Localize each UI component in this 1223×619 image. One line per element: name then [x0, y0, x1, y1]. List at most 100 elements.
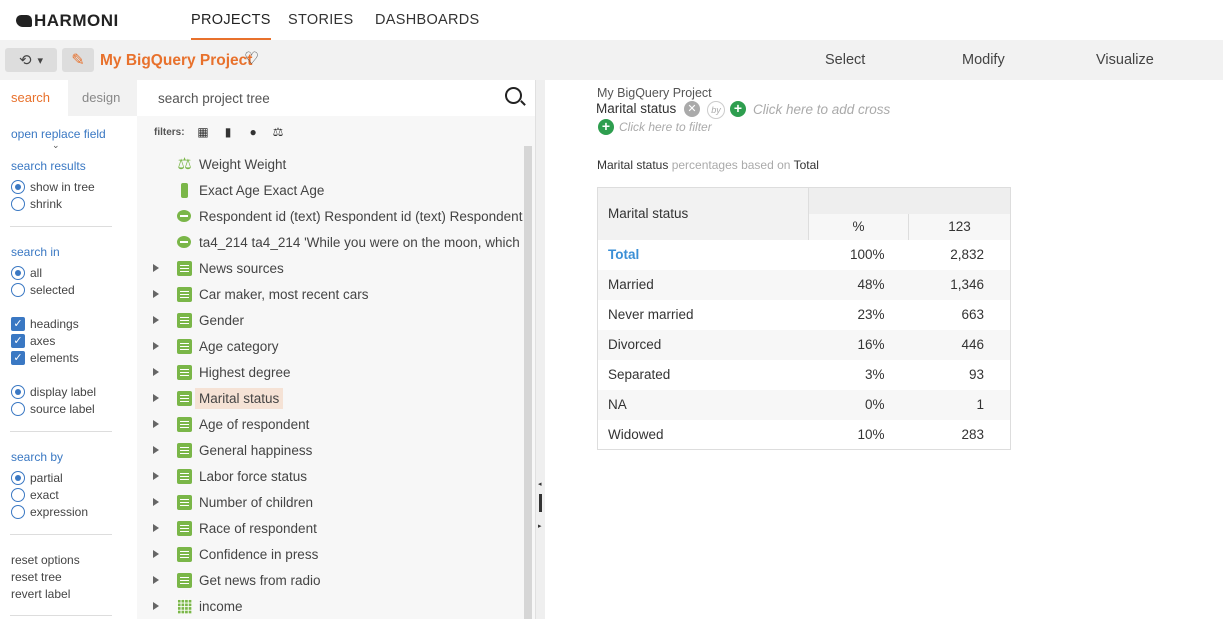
edit-button[interactable]: ✎ [62, 48, 94, 72]
search-input[interactable]: search project tree [158, 91, 270, 106]
tree-item[interactable]: Highest degree [137, 359, 524, 385]
nav-tab-projects[interactable]: PROJECTS [191, 12, 271, 40]
chevron-down-icon[interactable]: ⌄ [52, 140, 60, 151]
panel-splitter[interactable]: ◂ ▸ [535, 80, 545, 619]
col-header-count[interactable]: 123 [908, 213, 1011, 240]
row-label[interactable]: Divorced [597, 329, 809, 360]
tree-item-label: Respondent id (text) Respondent id (text… [199, 208, 524, 224]
tab-design[interactable]: design [82, 90, 120, 105]
tab-search[interactable]: search [11, 90, 50, 105]
tree-item[interactable]: Age of respondent [137, 411, 524, 437]
chevron-right-icon[interactable] [153, 316, 159, 324]
splitter-handle[interactable] [539, 494, 542, 512]
tree-item-label: Exact Age Exact Age [199, 182, 325, 198]
tree-item[interactable]: Exact Age Exact Age [137, 177, 524, 203]
remove-icon[interactable]: ✕ [684, 101, 700, 117]
chevron-right-icon[interactable] [153, 290, 159, 298]
ruler-icon [181, 182, 188, 198]
checkbox-axes[interactable]: ✓ axes [11, 334, 55, 348]
top-nav: HARMONI PROJECTS STORIES DASHBOARDS [0, 0, 1223, 40]
tree-item-label: Highest degree [199, 364, 291, 380]
row-label[interactable]: Widowed [598, 420, 809, 450]
radio-source-label[interactable]: source label [11, 402, 95, 416]
radio-shrink[interactable]: shrink [11, 197, 62, 211]
radio-selected[interactable]: selected [11, 283, 75, 297]
add-filter-hint[interactable]: Click here to filter [619, 120, 712, 134]
radio-display-label[interactable]: display label [11, 385, 96, 399]
history-button[interactable]: ⟲ ▾ [5, 48, 57, 72]
checkbox-elements[interactable]: ✓ elements [11, 351, 79, 365]
chevron-right-icon[interactable] [153, 550, 159, 558]
add-filter-icon[interactable]: + [598, 119, 614, 135]
visualize-action[interactable]: Visualize [1096, 52, 1154, 68]
by-icon[interactable]: by [707, 101, 725, 119]
radio-partial[interactable]: partial [11, 471, 63, 485]
reset-options-link[interactable]: reset options [11, 553, 80, 567]
row-label[interactable]: Married [597, 269, 809, 300]
chevron-right-icon[interactable] [153, 394, 159, 402]
chevron-right-icon[interactable] [153, 420, 159, 428]
sidebar-tabs: search design [0, 80, 137, 116]
tree-item[interactable]: Labor force status [137, 463, 524, 489]
radio-exact[interactable]: exact [11, 488, 59, 502]
row-label[interactable]: NA [597, 389, 809, 420]
select-action[interactable]: Select [825, 52, 865, 68]
caption-base: Total [793, 158, 819, 172]
tree-item[interactable]: News sources [137, 255, 524, 281]
chevron-right-icon[interactable] [153, 498, 159, 506]
reset-tree-link[interactable]: reset tree [11, 570, 62, 584]
tree-item[interactable]: Get news from radio [137, 567, 524, 593]
chevron-right-icon[interactable] [153, 446, 159, 454]
chevron-right-icon[interactable] [153, 472, 159, 480]
tree-item[interactable]: ⚖ Weight Weight [137, 151, 524, 177]
chevron-right-icon[interactable] [153, 368, 159, 376]
scale-filter-icon[interactable]: ⚖ [272, 126, 285, 139]
tree-scrollbar[interactable] [524, 146, 532, 619]
open-replace-field-link[interactable]: open replace field [11, 127, 106, 141]
tree-item[interactable]: Age category [137, 333, 524, 359]
grid-filter-icon[interactable]: ▦ [197, 126, 210, 139]
table-row: NA 0% 1 [597, 389, 1011, 420]
nav-tab-stories[interactable]: STORIES [288, 12, 354, 28]
row-label[interactable]: Total [598, 240, 809, 270]
bubble-filter-icon[interactable]: ● [247, 126, 260, 139]
radio-show-in-tree[interactable]: show in tree [11, 180, 95, 194]
heart-icon[interactable]: ♡ [244, 49, 259, 69]
chevron-right-icon[interactable] [153, 576, 159, 584]
chevron-right-icon[interactable] [153, 342, 159, 350]
harmoni-logo[interactable]: HARMONI [16, 11, 119, 31]
tree-item[interactable]: Number of children [137, 489, 524, 515]
nav-tab-dashboards[interactable]: DASHBOARDS [375, 12, 480, 28]
row-label[interactable]: Never married [598, 300, 809, 330]
radio-all[interactable]: all [11, 266, 42, 280]
project-tree-panel: search project tree filters: ▦ ▮ ● ⚖ ⚖ We… [137, 80, 535, 619]
tree-item[interactable]: ta4_214 ta4_214 'While you were on the m… [137, 229, 524, 255]
expand-right-icon[interactable]: ▸ [538, 522, 542, 530]
tree-item[interactable]: Marital status [137, 385, 524, 411]
chevron-right-icon[interactable] [153, 264, 159, 272]
breadcrumb[interactable]: My BigQuery Project [597, 86, 712, 100]
tree-item[interactable]: Car maker, most recent cars [137, 281, 524, 307]
row-label[interactable]: Separated [598, 360, 809, 390]
tree-item[interactable]: income [137, 593, 524, 619]
tree-item[interactable]: Confidence in press [137, 541, 524, 567]
tree-item[interactable]: Race of respondent [137, 515, 524, 541]
tree-item[interactable]: Gender [137, 307, 524, 333]
chevron-right-icon[interactable] [153, 524, 159, 532]
col-header-pct[interactable]: % [808, 213, 909, 240]
row-variable-chip[interactable]: Marital status [596, 101, 676, 116]
search-icon[interactable] [505, 87, 522, 104]
list-icon [177, 468, 192, 484]
radio-expression[interactable]: expression [11, 505, 88, 519]
add-cross-hint[interactable]: Click here to add cross [753, 102, 890, 117]
checkbox-headings[interactable]: ✓ headings [11, 317, 79, 331]
ruler-filter-icon[interactable]: ▮ [222, 126, 235, 139]
revert-label-link[interactable]: revert label [11, 587, 70, 601]
modify-action[interactable]: Modify [962, 52, 1005, 68]
chevron-right-icon[interactable] [153, 602, 159, 610]
project-title[interactable]: My BigQuery Project [100, 52, 252, 70]
tree-item[interactable]: General happiness [137, 437, 524, 463]
add-cross-icon[interactable]: + [730, 101, 746, 117]
collapse-left-icon[interactable]: ◂ [538, 480, 542, 488]
tree-item[interactable]: Respondent id (text) Respondent id (text… [137, 203, 524, 229]
